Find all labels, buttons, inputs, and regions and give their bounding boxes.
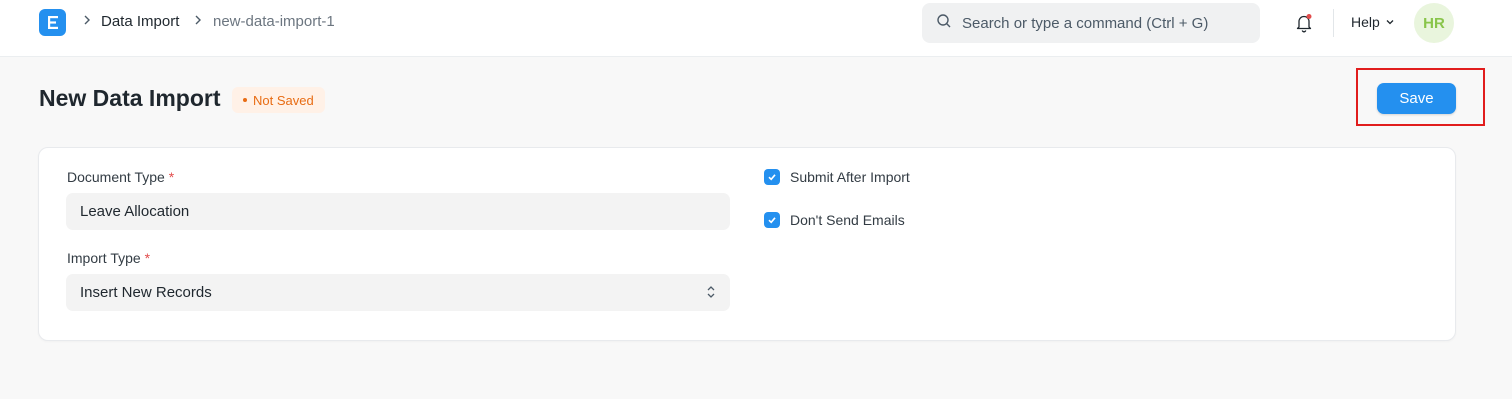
navbar: Data Import new-data-import-1 Help HR xyxy=(0,0,1512,57)
submit-after-import-label: Submit After Import xyxy=(790,169,910,185)
required-mark: * xyxy=(168,169,175,185)
logo-e-icon xyxy=(47,16,58,29)
status-dot-icon xyxy=(243,98,247,102)
dont-send-emails-label: Don't Send Emails xyxy=(790,212,905,228)
document-type-field[interactable]: Leave Allocation xyxy=(66,193,730,230)
save-button[interactable]: Save xyxy=(1377,83,1456,114)
document-type-label-text: Document Type xyxy=(67,169,165,185)
document-type-value: Leave Allocation xyxy=(80,203,190,220)
breadcrumb-current-doc[interactable]: new-data-import-1 xyxy=(213,13,335,30)
dont-send-emails-checkbox[interactable] xyxy=(764,212,780,228)
breadcrumb-data-import[interactable]: Data Import xyxy=(101,13,179,30)
app-logo[interactable] xyxy=(39,9,66,36)
notification-bell-icon[interactable] xyxy=(1292,11,1316,35)
avatar[interactable]: HR xyxy=(1414,3,1454,43)
search-bar[interactable] xyxy=(922,3,1260,43)
data-import-form: Document Type * Leave Allocation Import … xyxy=(38,147,1456,341)
chevron-right-icon xyxy=(82,13,92,30)
dont-send-emails-row[interactable]: Don't Send Emails xyxy=(764,212,905,228)
navbar-divider xyxy=(1333,9,1334,37)
import-type-value: Insert New Records xyxy=(80,284,212,301)
page-title: New Data Import xyxy=(39,85,221,111)
help-dropdown[interactable]: Help xyxy=(1351,14,1395,30)
required-mark: * xyxy=(144,250,151,266)
chevron-down-icon xyxy=(1385,14,1395,30)
help-label: Help xyxy=(1351,14,1380,30)
import-type-label-text: Import Type xyxy=(67,250,141,266)
check-icon xyxy=(768,174,776,181)
submit-after-import-row[interactable]: Submit After Import xyxy=(764,169,910,185)
select-arrows-icon xyxy=(706,284,716,304)
status-badge-text: Not Saved xyxy=(253,92,314,108)
document-type-label: Document Type * xyxy=(67,169,174,185)
chevron-right-icon xyxy=(193,13,203,30)
submit-after-import-checkbox[interactable] xyxy=(764,169,780,185)
search-icon xyxy=(936,13,952,34)
import-type-label: Import Type * xyxy=(67,250,150,266)
import-type-select[interactable]: Insert New Records xyxy=(66,274,730,311)
check-icon xyxy=(768,217,776,224)
search-input[interactable] xyxy=(962,14,1252,32)
status-badge: Not Saved xyxy=(232,87,325,113)
